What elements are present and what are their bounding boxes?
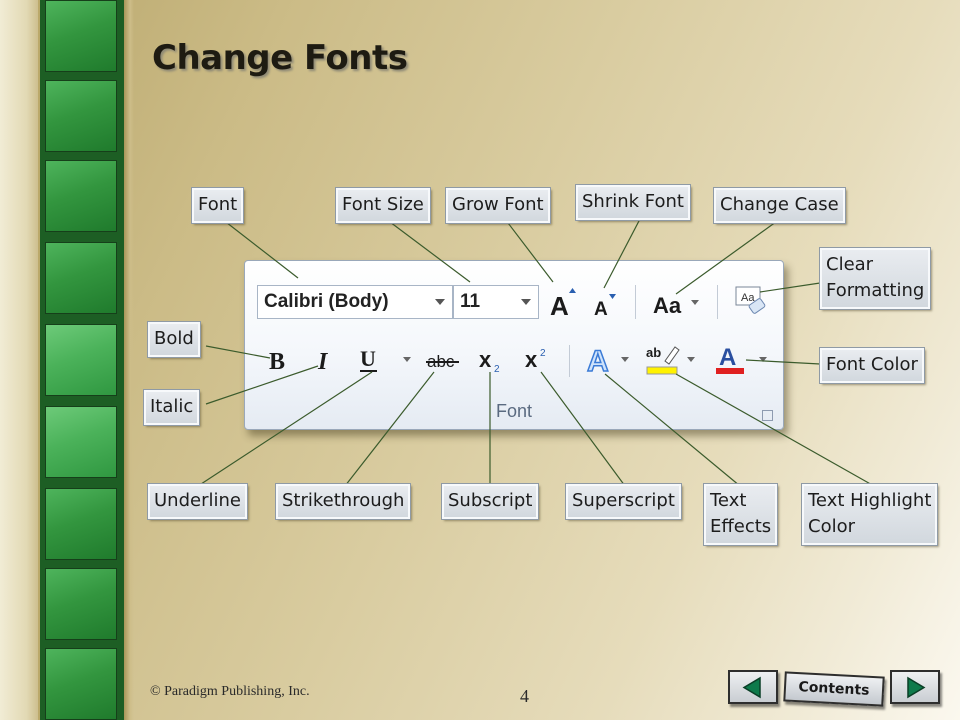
page-number: 4 [520, 686, 529, 706]
callout-text-highlight-color: Text Highlight Color [800, 483, 939, 546]
callout-shrink-font: Shrink Font [575, 184, 691, 221]
callout-underline: Underline [147, 483, 248, 520]
callout-text-effects: Text Effects [702, 483, 779, 546]
callout-text: Effects [710, 516, 772, 537]
previous-slide-button[interactable] [728, 670, 778, 704]
callout-font-color: Font Color [819, 347, 925, 384]
next-slide-button[interactable] [890, 670, 940, 704]
callout-clear-formatting: Clear Formatting [818, 247, 932, 310]
callout-text: Clear [826, 254, 874, 275]
callout-font-size: Font Size [335, 187, 431, 224]
callout-italic: Italic [142, 389, 201, 426]
callout-change-case: Change Case [713, 187, 846, 224]
callout-grow-font: Grow Font [445, 187, 551, 224]
callout-text: Color [808, 516, 855, 537]
callout-text: Text Highlight [808, 490, 932, 511]
callout-text: Text [710, 490, 747, 511]
callout-bold: Bold [147, 321, 201, 358]
callout-subscript: Subscript [440, 483, 540, 520]
contents-button[interactable]: Contents [783, 671, 885, 707]
callout-text: Formatting [826, 280, 925, 301]
copyright-text: © Paradigm Publishing, Inc. [150, 684, 310, 699]
left-triangle-icon [742, 676, 761, 699]
callout-superscript: Superscript [565, 483, 682, 520]
callout-strikethrough: Strikethrough [274, 483, 412, 520]
right-triangle-icon [907, 676, 926, 699]
callout-font: Font [190, 187, 245, 224]
callout-connectors [197, 218, 875, 487]
